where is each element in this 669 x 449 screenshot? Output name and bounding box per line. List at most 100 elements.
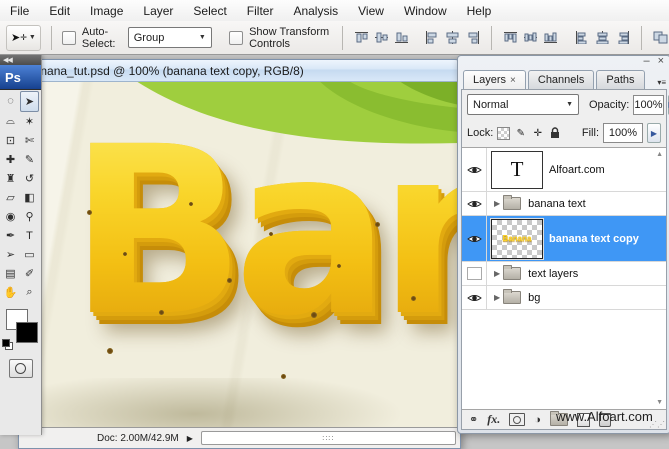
hand-tool[interactable]: ✋: [1, 283, 20, 302]
gradient-tool[interactable]: ◧: [20, 188, 39, 207]
layer-row-alfoart[interactable]: T Alfoart.com: [462, 148, 666, 192]
auto-align-layers-icon[interactable]: [652, 30, 669, 45]
layer-row-text-layers[interactable]: ▶ text layers: [462, 262, 666, 286]
lock-all-icon[interactable]: [548, 127, 561, 140]
menu-analysis[interactable]: Analysis: [283, 1, 348, 21]
menu-window[interactable]: Window: [394, 1, 457, 21]
shape-tool[interactable]: ▭: [20, 245, 39, 264]
healing-brush-tool[interactable]: ✚: [1, 150, 20, 169]
visibility-toggle[interactable]: [462, 262, 487, 285]
distribute-top-edges-icon[interactable]: [502, 30, 519, 45]
layer-thumbnail[interactable]: Banana: [491, 219, 543, 259]
menu-view[interactable]: View: [348, 1, 394, 21]
layer-row-banana-text[interactable]: ▶ banana text: [462, 192, 666, 216]
canvas[interactable]: Ban Ban: [19, 82, 460, 428]
tab-close-icon[interactable]: ×: [510, 75, 516, 86]
brush-tool[interactable]: ✎: [20, 150, 39, 169]
fill-spinner-icon[interactable]: ▶: [647, 123, 661, 143]
expand-triangle-icon[interactable]: ▶: [494, 269, 500, 278]
menu-image[interactable]: Image: [80, 1, 133, 21]
expand-triangle-icon[interactable]: ▶: [494, 293, 500, 302]
opacity-value[interactable]: 100%: [633, 95, 663, 115]
text-layer-thumbnail[interactable]: T: [491, 151, 543, 189]
menu-layer[interactable]: Layer: [133, 1, 183, 21]
panel-close-button[interactable]: ×: [658, 56, 664, 67]
menu-file[interactable]: File: [0, 1, 39, 21]
visibility-toggle[interactable]: [462, 192, 487, 215]
eraser-tool[interactable]: ▱: [1, 188, 20, 207]
distribute-bottom-edges-icon[interactable]: [542, 30, 559, 45]
align-left-edges-icon[interactable]: [424, 30, 441, 45]
menu-edit[interactable]: Edit: [39, 1, 80, 21]
layer-name[interactable]: Alfoart.com: [549, 164, 605, 176]
distribute-horizontal-centers-icon[interactable]: [594, 30, 611, 45]
layer-row-bg[interactable]: ▶ bg: [462, 286, 666, 310]
align-right-edges-icon[interactable]: [464, 30, 481, 45]
clone-stamp-tool[interactable]: ♜: [1, 169, 20, 188]
layer-name[interactable]: banana text: [528, 198, 586, 210]
elliptical-marquee-tool[interactable]: ◌: [1, 91, 20, 110]
align-horizontal-centers-icon[interactable]: [444, 30, 461, 45]
visibility-toggle[interactable]: [462, 148, 487, 191]
crop-tool[interactable]: ⊡: [1, 131, 20, 150]
panel-minimize-button[interactable]: –: [643, 56, 649, 67]
slice-tool[interactable]: ✄: [20, 131, 39, 150]
link-layers-icon[interactable]: ⚭: [469, 413, 478, 426]
document-status-bar: Doc: 2.00M/42.9M ▶ ∷∷: [19, 427, 460, 448]
blend-mode-dropdown[interactable]: Normal ▼: [467, 94, 579, 115]
history-brush-tool[interactable]: ↺: [20, 169, 39, 188]
align-bottom-edges-icon[interactable]: [393, 30, 410, 45]
scroll-down-icon[interactable]: ▼: [656, 399, 663, 406]
layer-row-banana-text-copy[interactable]: Banana banana text copy: [462, 216, 666, 262]
fill-value[interactable]: 100%: [603, 123, 643, 143]
lock-position-icon[interactable]: ✛: [531, 127, 544, 140]
default-colors-icon[interactable]: [2, 339, 13, 350]
lock-image-icon[interactable]: ✎: [514, 127, 527, 140]
tab-layers[interactable]: Layers×: [463, 70, 526, 90]
align-top-edges-icon[interactable]: [353, 30, 370, 45]
zoom-tool[interactable]: ⌕: [20, 283, 39, 302]
layer-name[interactable]: bg: [528, 292, 540, 304]
magic-wand-tool[interactable]: ✶: [20, 112, 39, 131]
dodge-tool[interactable]: ⚲: [20, 207, 39, 226]
visibility-toggle[interactable]: [462, 216, 487, 261]
quick-mask-button[interactable]: [9, 359, 33, 378]
menu-select[interactable]: Select: [183, 1, 236, 21]
eyedropper-tool[interactable]: ✐: [20, 264, 39, 283]
new-adjustment-layer-icon[interactable]: ◑: [534, 414, 541, 426]
distribute-left-edges-icon[interactable]: [574, 30, 591, 45]
lasso-tool[interactable]: ⌓: [1, 112, 20, 131]
auto-select-scope-dropdown[interactable]: Group ▼: [128, 27, 212, 48]
tab-paths[interactable]: Paths: [596, 70, 644, 89]
tool-preset-picker[interactable]: ➤ ✛ ▼: [6, 25, 41, 51]
add-layer-mask-icon[interactable]: [509, 413, 525, 426]
layer-name[interactable]: text layers: [528, 268, 578, 280]
move-tool[interactable]: ➤: [20, 91, 39, 112]
horizontal-scrollbar[interactable]: ∷∷: [201, 431, 456, 445]
show-transform-controls-checkbox[interactable]: [229, 31, 243, 45]
add-layer-style-icon[interactable]: fx.: [487, 412, 500, 427]
speckle: [107, 348, 113, 354]
pen-tool[interactable]: ✒: [1, 226, 20, 245]
type-tool[interactable]: T: [20, 226, 39, 245]
distribute-buttons: [502, 30, 559, 45]
lock-transparency-icon[interactable]: [497, 127, 510, 140]
auto-select-checkbox[interactable]: [62, 31, 76, 45]
blur-tool[interactable]: ◉: [1, 207, 20, 226]
align-vertical-centers-icon[interactable]: [373, 30, 390, 45]
tab-channels[interactable]: Channels: [528, 70, 594, 89]
menu-help[interactable]: Help: [457, 1, 502, 21]
distribute-right-edges-icon[interactable]: [614, 30, 631, 45]
expand-triangle-icon[interactable]: ▶: [494, 199, 500, 208]
distribute-vertical-centers-icon[interactable]: [522, 30, 539, 45]
background-color-swatch[interactable]: [16, 322, 38, 343]
path-selection-tool[interactable]: ➢: [1, 245, 20, 264]
layer-name[interactable]: banana text copy: [549, 233, 639, 245]
document-titlebar[interactable]: banana_tut.psd @ 100% (banana text copy,…: [19, 60, 460, 82]
panel-menu-icon[interactable]: ▾≡: [657, 78, 666, 87]
visibility-toggle[interactable]: [462, 286, 487, 309]
panel-titlebar[interactable]: – ×: [458, 56, 669, 68]
menu-filter[interactable]: Filter: [237, 1, 284, 21]
notes-tool[interactable]: ▤: [1, 264, 20, 283]
toolbox-collapse-button[interactable]: ◀◀: [0, 54, 41, 65]
